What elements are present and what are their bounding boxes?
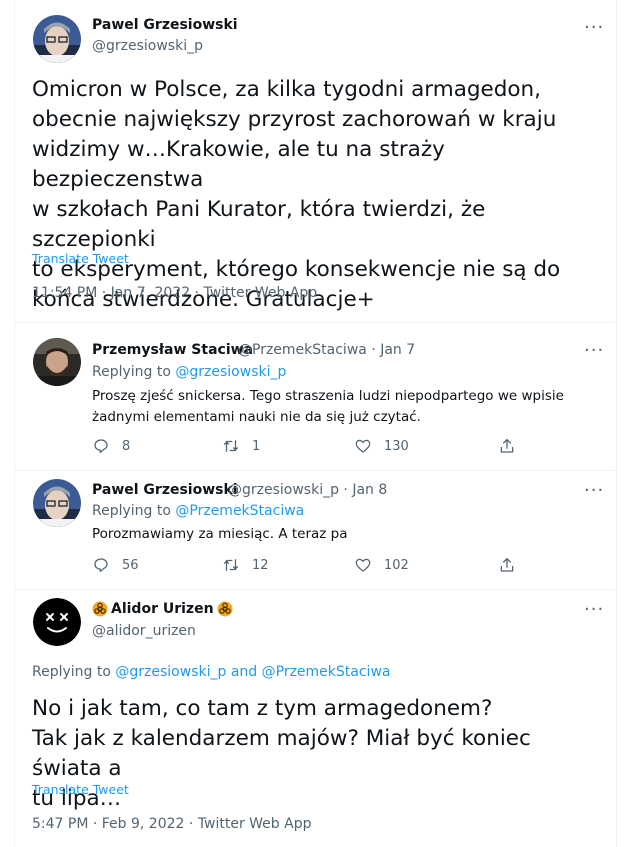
author-handle[interactable]: @grzesiowski_p [92, 38, 203, 54]
retweet-count: 12 [252, 557, 269, 573]
comment-icon [94, 558, 108, 573]
like-button[interactable]: 102 [354, 556, 409, 574]
replying-to: Replying to @grzesiowski_p and @PrzemekS… [32, 664, 390, 680]
author-handle-date[interactable]: @PrzemekStaciwa · Jan 7 [238, 342, 415, 358]
divider [15, 589, 615, 590]
more-options-icon[interactable]: ··· [584, 340, 604, 361]
replying-to-prefix: Replying to [92, 503, 176, 519]
reply-text-line: żadnymi elementami nauki nie da się już … [92, 409, 421, 425]
more-options-icon[interactable]: ··· [584, 17, 604, 38]
tweet-timestamp[interactable]: 11:54 PM · Jan 7, 2022 · Twitter Web App [32, 285, 317, 301]
replying-to-and: and [226, 664, 262, 680]
reply-count: 56 [122, 557, 139, 573]
more-options-icon[interactable]: ··· [584, 480, 604, 501]
reply-button[interactable]: 56 [92, 556, 139, 574]
more-options-icon[interactable]: ··· [584, 599, 604, 620]
replying-to: Replying to @PrzemekStaciwa [92, 503, 304, 519]
tweet-text: Omicron w Polsce, za kilka tygodni armag… [32, 75, 607, 315]
tweet-text-line: widzimy w…Krakowie, ale tu na straży bez… [32, 137, 445, 192]
divider [15, 322, 615, 323]
mention-link[interactable]: @PrzemekStaciwa [262, 664, 391, 680]
share-button[interactable] [498, 437, 516, 455]
tweet-text-line: No i jak tam, co tam z tym armagedonem? [32, 696, 493, 721]
author-name-row[interactable]: Alidor Urizen [92, 601, 233, 617]
like-button[interactable]: 130 [354, 437, 409, 455]
retweet-icon [223, 440, 239, 452]
tweet-text-line: Omicron w Polsce, za kilka tygodni armag… [32, 77, 542, 102]
reply-text-line: Proszę zjeść snickersa. Tego straszenia … [92, 388, 564, 404]
divider [15, 470, 615, 471]
avatar[interactable] [33, 15, 81, 63]
avatar[interactable] [33, 479, 81, 527]
share-icon [500, 557, 514, 572]
mention-link[interactable]: @grzesiowski_p [115, 664, 226, 680]
tweet-timestamp[interactable]: 5:47 PM · Feb 9, 2022 · Twitter Web App [32, 816, 311, 832]
author-name[interactable]: Pawel Grzesiowski [92, 482, 238, 498]
reply-text: Porozmawiamy za miesiąc. A teraz pa [92, 526, 348, 542]
avatar[interactable] [33, 598, 81, 646]
biohazard-icon [92, 601, 108, 617]
mention-link[interactable]: @PrzemekStaciwa [175, 503, 304, 519]
author-handle-date[interactable]: @grzesiowski_p · Jan 8 [228, 482, 387, 498]
author-name[interactable]: Przemysław Staciwa [92, 342, 253, 358]
author-name: Alidor Urizen [111, 601, 214, 617]
reply-button[interactable]: 8 [92, 437, 130, 455]
retweet-button[interactable]: 12 [222, 556, 269, 574]
replying-to-prefix: Replying to [92, 364, 176, 380]
replying-to: Replying to @grzesiowski_p [92, 364, 286, 380]
heart-icon [355, 439, 371, 453]
share-icon [500, 438, 514, 453]
translate-tweet-link[interactable]: Translate Tweet [32, 782, 129, 797]
avatar[interactable] [33, 338, 81, 386]
reply-count: 8 [122, 438, 131, 454]
author-handle[interactable]: @alidor_urizen [92, 623, 196, 639]
heart-icon [355, 558, 371, 572]
reply-text: Proszę zjeść snickersa. Tego straszenia … [92, 386, 612, 428]
share-button[interactable] [498, 556, 516, 574]
comment-icon [94, 439, 108, 454]
like-count: 102 [384, 557, 409, 573]
biohazard-icon [217, 601, 233, 617]
author-name[interactable]: Pawel Grzesiowski [92, 17, 238, 33]
like-count: 130 [384, 438, 409, 454]
retweet-icon [223, 559, 239, 571]
retweet-count: 1 [252, 438, 261, 454]
tweet-text-line: Tak jak z kalendarzem majów? Miał być ko… [32, 726, 531, 781]
mention-link[interactable]: @grzesiowski_p [175, 364, 286, 380]
retweet-button[interactable]: 1 [222, 437, 260, 455]
tweet-text-line: w szkołach Pani Kurator, która twierdzi,… [32, 197, 486, 252]
replying-to-prefix: Replying to [32, 664, 116, 680]
translate-tweet-link[interactable]: Translate Tweet [32, 251, 129, 266]
tweet-text-line: obecnie największy przyrost zachorowań w… [32, 107, 557, 132]
